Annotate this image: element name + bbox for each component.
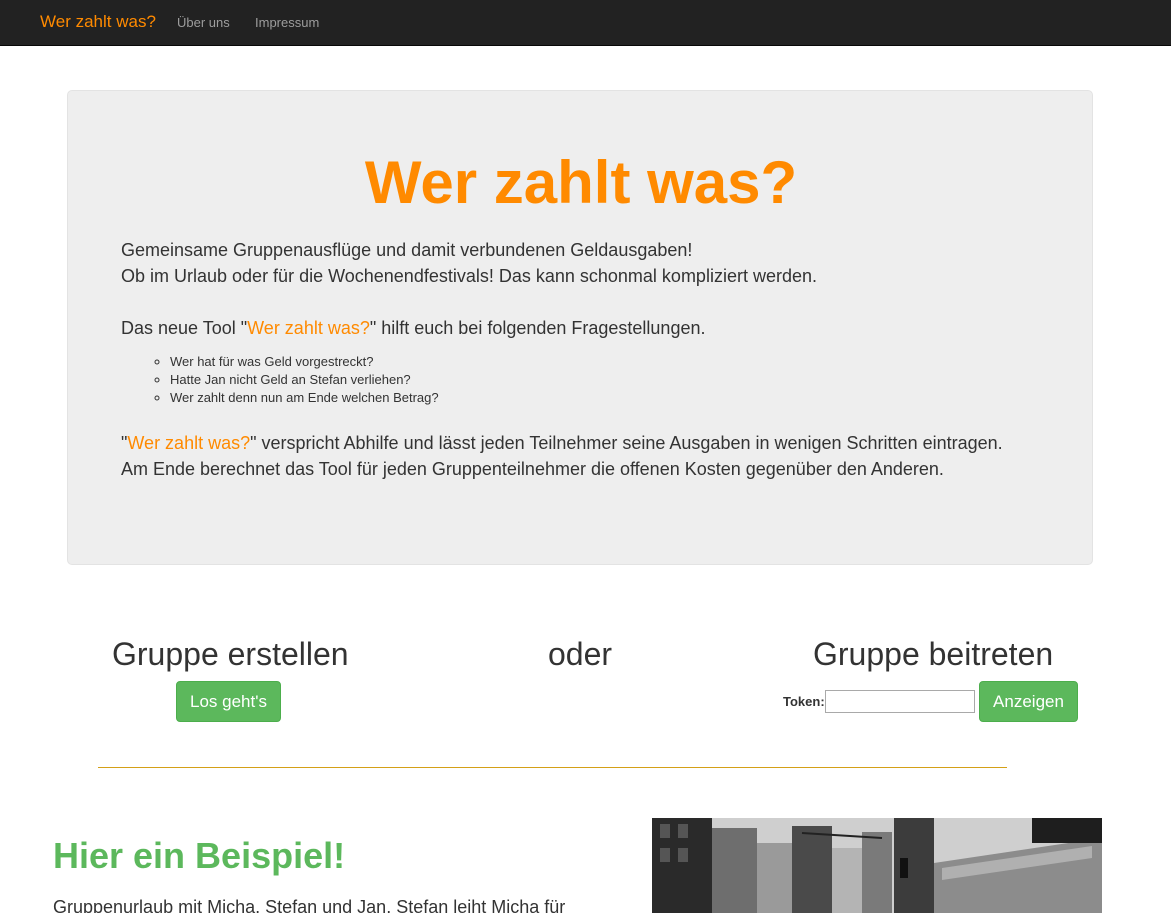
token-label: Token: <box>783 694 825 709</box>
city-street-photo <box>652 818 1102 913</box>
tool-prefix: Das neue Tool " <box>121 318 248 338</box>
question-item: Wer zahlt denn nun am Ende welchen Betra… <box>170 389 439 407</box>
example-title: Hier ein Beispiel! <box>53 835 346 876</box>
intro-text: Gemeinsame Gruppenausflüge und damit ver… <box>121 237 1021 289</box>
nav-link-imprint[interactable]: Impressum <box>255 15 319 30</box>
promise-suffix: " verspricht Abhilfe und lässt jeden Tei… <box>250 433 1003 453</box>
intro-line-1: Gemeinsame Gruppenausflüge und damit ver… <box>121 240 693 260</box>
section-divider <box>98 767 1007 768</box>
hero-title: Wer zahlt was? <box>364 149 798 216</box>
intro-panel: Wer zahlt was? Gemeinsame Gruppenausflüg… <box>67 90 1093 565</box>
join-group-heading: Gruppe beitreten <box>813 636 1054 672</box>
promise-text: "Wer zahlt was?" verspricht Abhilfe und … <box>121 430 1021 482</box>
navbar: Wer zahlt was? Über uns Impressum <box>0 0 1171 46</box>
create-group-heading: Gruppe erstellen <box>112 636 349 672</box>
question-item: Hatte Jan nicht Geld an Stefan verliehen… <box>170 371 439 389</box>
or-separator: oder <box>548 636 613 672</box>
create-group-button[interactable]: Los geht's <box>176 681 281 722</box>
token-input[interactable] <box>825 690 975 713</box>
promise-name: Wer zahlt was? <box>127 433 251 453</box>
intro-line-2: Ob im Urlaub oder für die Wochenendfesti… <box>121 266 817 286</box>
nav-link-about[interactable]: Über uns <box>177 15 230 30</box>
example-text: Gruppenurlaub mit Micha, Stefan und Jan.… <box>53 897 566 913</box>
brand-link[interactable]: Wer zahlt was? <box>40 12 156 32</box>
question-list: Wer hat für was Geld vorgestreckt? Hatte… <box>170 353 439 407</box>
show-group-button[interactable]: Anzeigen <box>979 681 1078 722</box>
tool-description: Das neue Tool "Wer zahlt was?" hilft euc… <box>121 315 1021 341</box>
closing-text: Am Ende berechnet das Tool für jeden Gru… <box>121 459 944 479</box>
tool-suffix: " hilft euch bei folgenden Fragestellung… <box>369 318 706 338</box>
question-item: Wer hat für was Geld vorgestreckt? <box>170 353 439 371</box>
tool-name: Wer zahlt was? <box>247 318 370 338</box>
